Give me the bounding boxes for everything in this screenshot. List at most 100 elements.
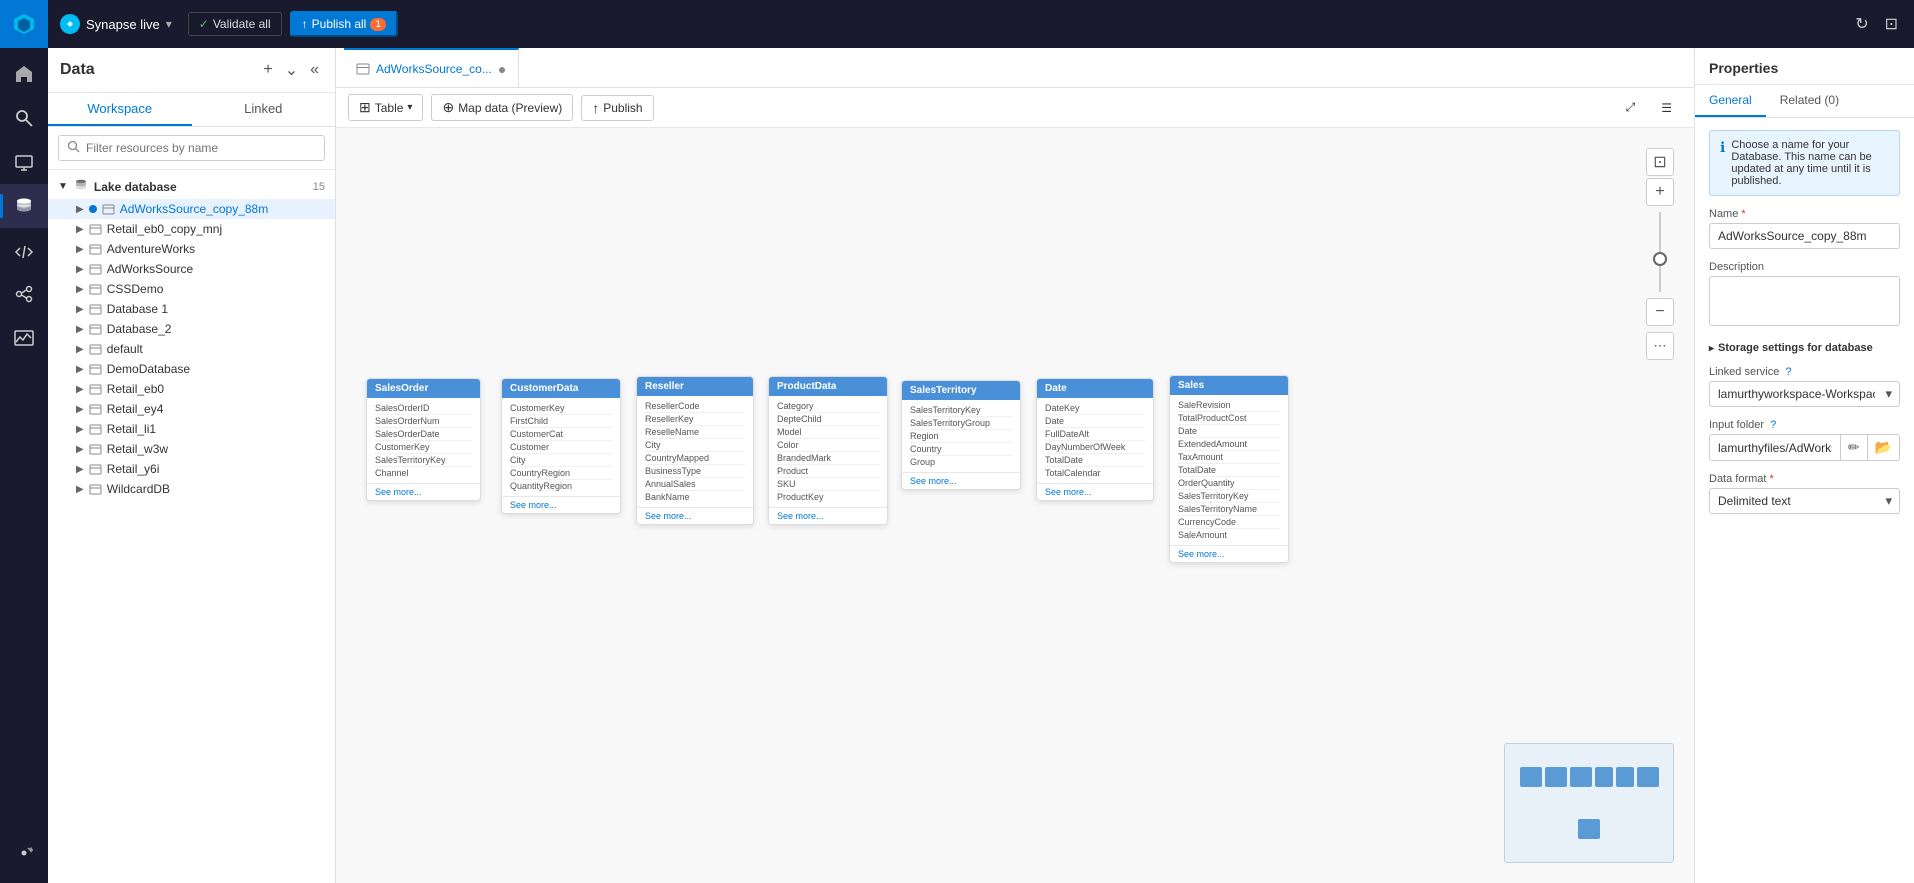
table-card-salesterritory[interactable]: SalesTerritory SalesTerritoryKey SalesTe… [901,380,1021,490]
zoom-more-button[interactable]: ⋯ [1646,332,1674,360]
database-icon [89,363,102,376]
item-label: Retail_y6i [107,462,160,476]
browse-folder-button[interactable]: 📂 [1867,435,1899,460]
sidebar-dropdown-button[interactable]: ⌄ [281,58,302,82]
tree-item-retail-li1[interactable]: ▶ Retail_li1 [48,419,335,439]
tree-item-database1[interactable]: ▶ Database 1 [48,299,335,319]
table-card-date[interactable]: Date DateKey Date FullDateAlt DayNumberO… [1036,378,1154,501]
tree-item-retail-eb0[interactable]: ▶ Retail_eb0 [48,379,335,399]
validate-all-button[interactable]: ✓ Validate all [188,12,282,36]
tree-item-retail-ey4[interactable]: ▶ Retail_ey4 [48,399,335,419]
sidebar-collapse-button[interactable]: « [306,59,323,81]
section-label: Lake database [94,180,177,194]
editor-tab-adworkssource[interactable]: AdWorksSource_co... ● [344,48,519,87]
tree-item-wildcarddb[interactable]: ▶ WildcardDB [48,479,335,499]
tree-item-default[interactable]: ▶ default [48,339,335,359]
table-row: Product [777,465,879,478]
info-box: ℹ Choose a name for your Database. This … [1709,130,1900,196]
table-row: SalesTerritoryKey [1178,490,1280,503]
linked-service-help[interactable]: ? [1785,366,1791,378]
item-dot-indicator [89,205,97,213]
lake-database-section[interactable]: ▼ Lake database 15 [48,174,335,199]
publish-button[interactable]: ↑ Publish [581,95,653,121]
table-row: ProductKey [777,491,879,503]
activity-data[interactable] [0,184,48,228]
item-label: Database_2 [107,322,172,336]
refresh-icon[interactable]: ↻ [1851,10,1872,38]
validate-icon: ✓ [199,17,209,31]
tree-item-demodatabase[interactable]: ▶ DemoDatabase [48,359,335,379]
fit-page-button[interactable]: ⊡ [1646,148,1674,176]
prop-tab-related[interactable]: Related (0) [1766,85,1853,117]
table-button[interactable]: ⊞ Table ▾ [348,94,423,121]
item-chevron: ▶ [76,204,84,215]
zoom-in-button[interactable]: + [1646,178,1674,206]
properties-panel: Properties General Related (0) ℹ Choose … [1694,48,1914,883]
table-row: SalesTerritoryName [1178,503,1280,516]
database-icon [89,343,102,356]
database-icon [89,403,102,416]
description-input[interactable] [1709,276,1900,326]
activity-monitor[interactable] [0,140,48,184]
activity-settings[interactable] [0,831,48,875]
item-chevron: ▶ [76,444,84,455]
data-format-select-wrap: Delimited text Parquet ORC JSON Delta [1709,488,1900,514]
linked-service-select[interactable]: lamurthyworkspace-WorkspaceDef... [1709,381,1900,407]
prop-tab-general[interactable]: General [1695,85,1766,117]
table-card-salesorder[interactable]: SalesOrder SalesOrderID SalesOrderNum Sa… [366,378,481,501]
tab-close-button[interactable]: ● [498,61,506,77]
activity-integrate[interactable] [0,272,48,316]
activity-monitor2[interactable] [0,316,48,360]
data-format-select[interactable]: Delimited text Parquet ORC JSON Delta [1709,488,1900,514]
storage-section-title: Storage settings for database [1709,342,1900,354]
name-input[interactable] [1709,223,1900,249]
properties-toggle[interactable]: ☰ [1651,96,1682,119]
activity-search[interactable] [0,96,48,140]
table-body-productdata: Category DepteChild Model Color BrandedM… [769,396,887,507]
fullscreen-icon[interactable]: ⊡ [1881,10,1902,38]
tab-workspace[interactable]: Workspace [48,93,192,126]
table-row: SaleAmount [1178,529,1280,541]
tree-item-retail-eb0-copy[interactable]: ▶ Retail_eb0_copy_mnj [48,219,335,239]
brand-chevron[interactable]: ▾ [166,17,172,31]
tree-item-retail-y6i[interactable]: ▶ Retail_y6i [48,459,335,479]
item-label: Retail_eb0_copy_mnj [107,222,222,236]
tree-item-adworkssource-copy[interactable]: ▶ AdWorksSource_copy_88m [48,199,335,219]
edit-folder-button[interactable]: ✏ [1840,435,1867,460]
table-row: CurrencyCode [1178,516,1280,529]
table-body-date: DateKey Date FullDateAlt DayNumberOfWeek… [1037,398,1153,483]
activity-develop[interactable] [0,228,48,272]
tab-linked[interactable]: Linked [192,93,336,126]
table-row: ResellerCode [645,400,745,413]
canvas-area[interactable]: SalesOrder SalesOrderID SalesOrderNum Sa… [336,128,1694,883]
table-row: TotalProductCost [1178,412,1280,425]
table-card-sales[interactable]: Sales SaleRevision TotalProductCost Date… [1169,375,1289,563]
input-folder-help[interactable]: ? [1770,419,1776,431]
section-chevron-down: ▼ [58,181,68,192]
add-resource-button[interactable]: + [259,59,276,81]
zoom-slider-thumb[interactable] [1653,252,1667,266]
tree-item-adventureworks[interactable]: ▶ AdventureWorks [48,239,335,259]
table-card-reseller[interactable]: Reseller ResellerCode ResellerKey Resell… [636,376,754,525]
table-card-productdata[interactable]: ProductData Category DepteChild Model Co… [768,376,888,525]
search-input[interactable] [86,141,316,155]
input-folder-wrap: ✏ 📂 [1709,434,1900,461]
zoom-out-button[interactable]: − [1646,298,1674,326]
map-data-button[interactable]: ⊕ Map data (Preview) [431,94,573,121]
brand-icon [60,14,80,34]
tree-item-adworkssource[interactable]: ▶ AdWorksSource [48,259,335,279]
minimap-block [1578,819,1600,839]
activity-home[interactable] [0,52,48,96]
input-folder-input[interactable] [1710,436,1840,460]
tree-item-cssdemo[interactable]: ▶ CSSDemo [48,279,335,299]
publish-all-button[interactable]: ↑ Publish all 1 [290,11,398,37]
table-card-customerdata[interactable]: CustomerData CustomerKey FirstChild Cust… [501,378,621,514]
table-row: SaleRevision [1178,399,1280,412]
section-icon [74,178,88,195]
expand-button[interactable]: ⤢ [1616,96,1646,119]
tree-item-retail-w3w[interactable]: ▶ Retail_w3w [48,439,335,459]
table-row: Date [1045,415,1145,428]
publish-toolbar-icon: ↑ [592,100,599,116]
activity-bar [0,0,48,883]
tree-item-database2[interactable]: ▶ Database_2 [48,319,335,339]
